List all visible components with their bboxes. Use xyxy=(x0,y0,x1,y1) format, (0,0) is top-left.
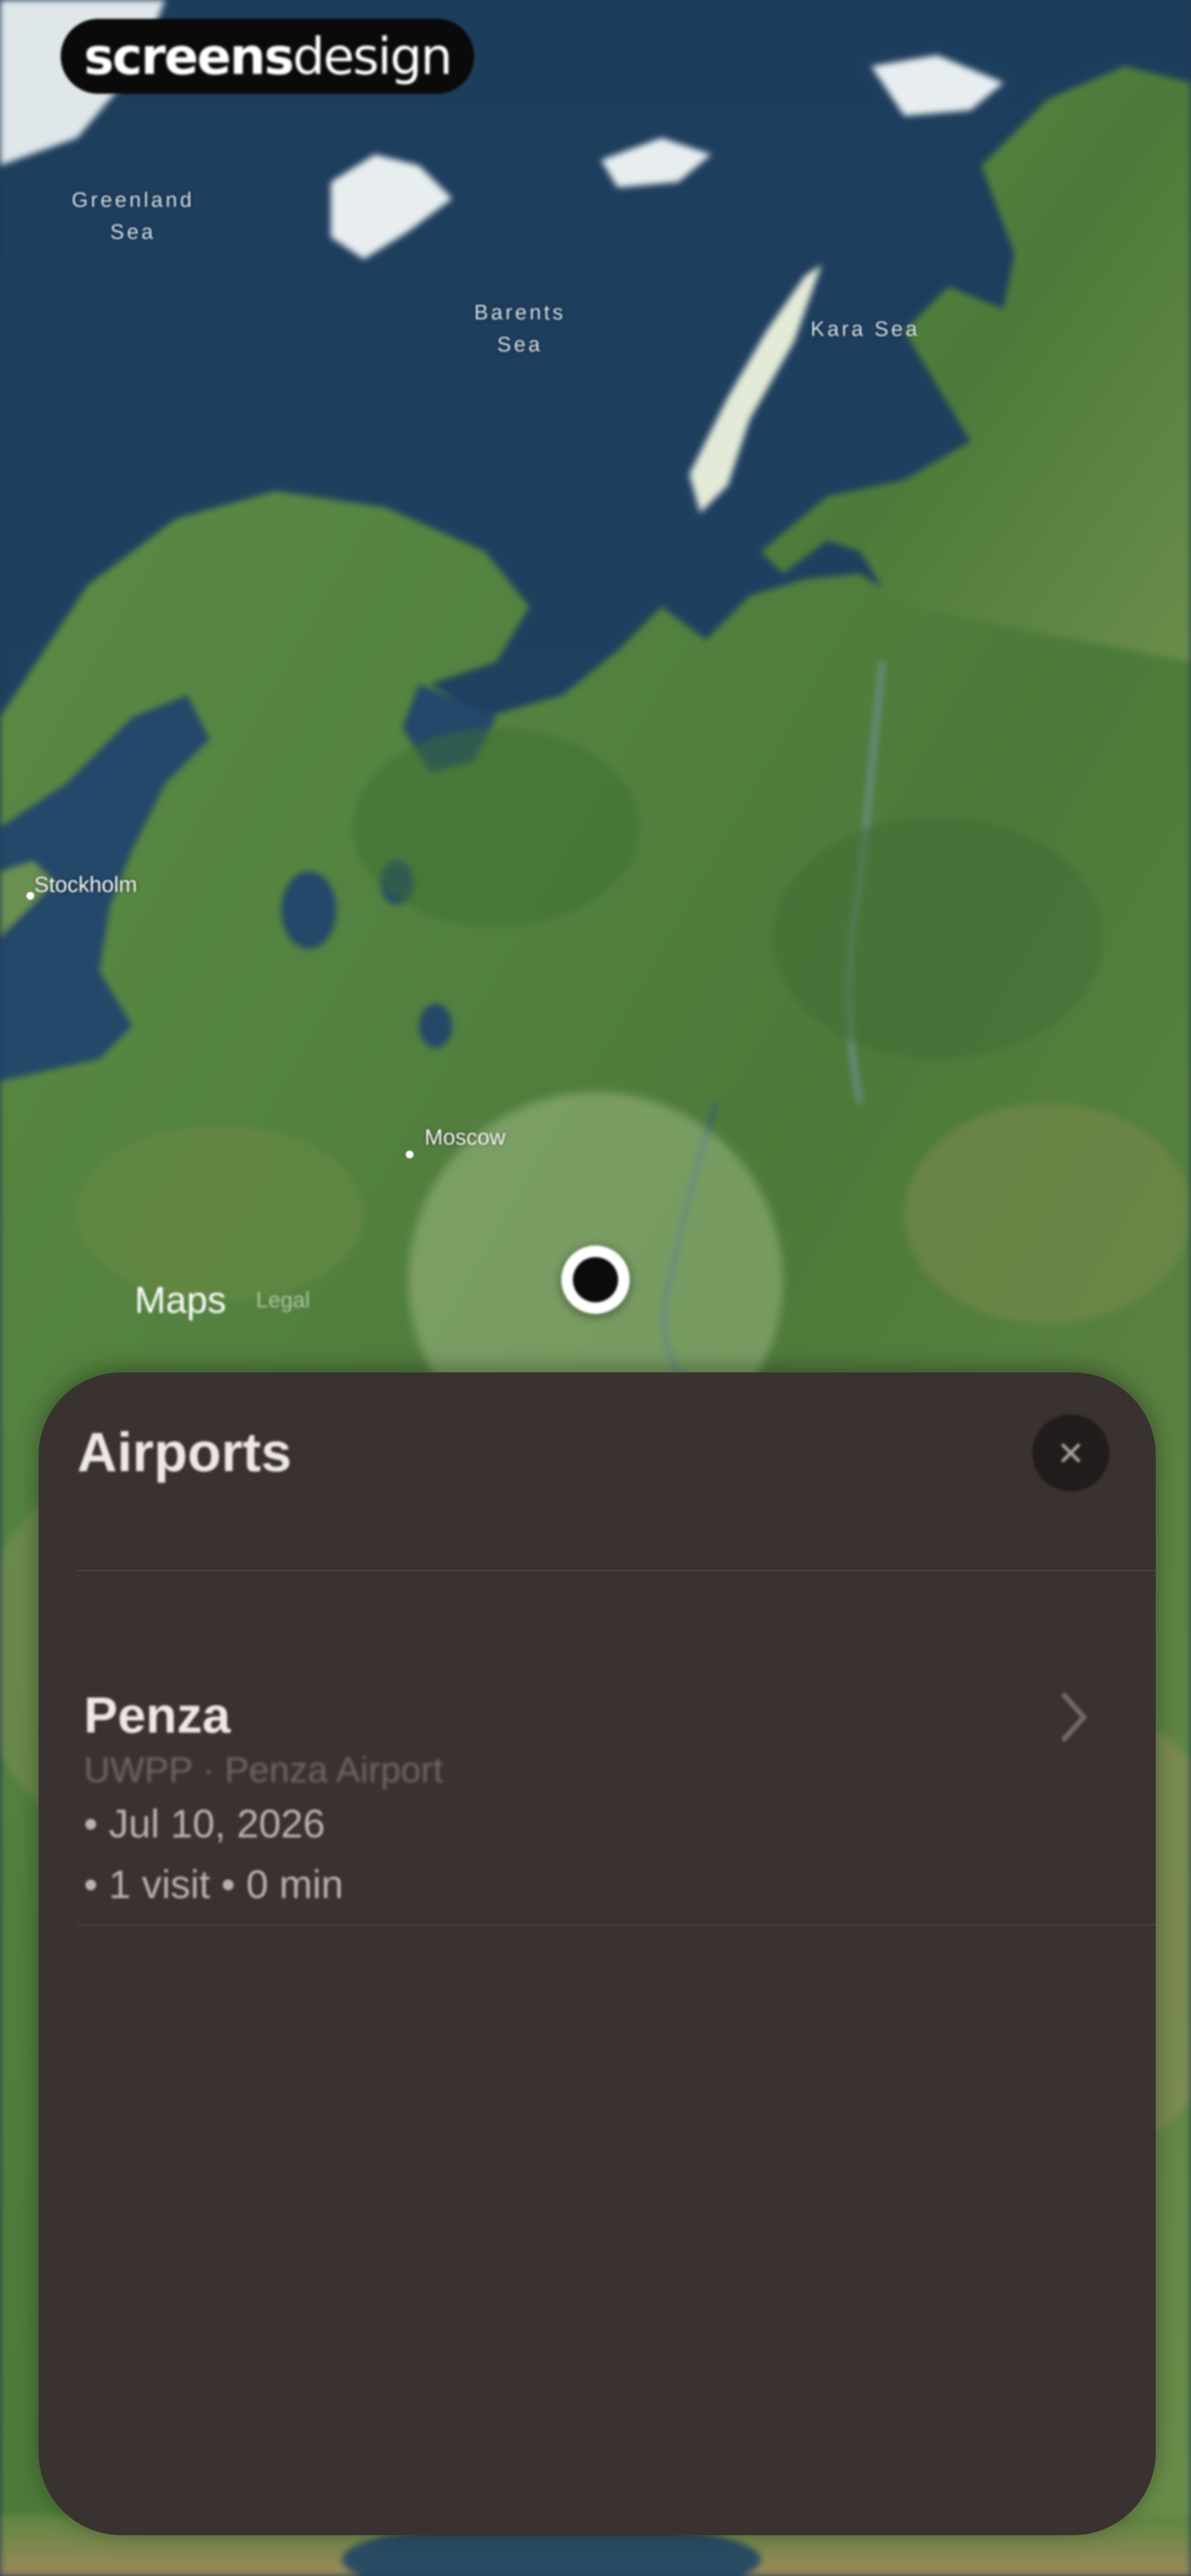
sea-label-barents: Barents Sea xyxy=(474,301,566,356)
airport-visits-line: • 1 visit • 0 min xyxy=(84,1863,344,1907)
screen: Greenland Sea Barents Sea Kara Sea Stock… xyxy=(0,0,1191,2576)
airports-sheet: Airports Penza UWPP · Penza Airport • Ju… xyxy=(39,1372,1156,2535)
city-label-stockholm: Stockholm xyxy=(34,873,137,897)
watermark-light-text: design xyxy=(292,26,453,86)
legal-link[interactable]: Legal xyxy=(256,1288,310,1313)
city-dot-moscow xyxy=(406,1151,414,1158)
maps-attribution[interactable]: Maps Legal xyxy=(127,1279,310,1322)
close-icon xyxy=(1061,1443,1081,1463)
location-pin-core xyxy=(573,1257,618,1302)
maps-brand-label: Maps xyxy=(135,1279,227,1321)
airport-code-line: UWPP · Penza Airport xyxy=(84,1749,443,1790)
row-divider xyxy=(77,1924,1156,1926)
sheet-header: Airports xyxy=(39,1372,1156,1560)
city-dot-stockholm xyxy=(26,892,34,900)
sheet-title: Airports xyxy=(77,1421,292,1483)
airport-name: Penza xyxy=(84,1687,230,1744)
chevron-right-icon xyxy=(1061,1692,1087,1742)
watermark-bold-text: screens xyxy=(84,26,294,86)
screensdesign-watermark: screens design xyxy=(61,19,474,94)
sea-label-kara: Kara Sea xyxy=(811,318,920,341)
airport-date-line: • Jul 10, 2026 xyxy=(84,1802,325,1846)
close-button[interactable] xyxy=(1032,1414,1109,1492)
airport-row-penza[interactable]: Penza UWPP · Penza Airport • Jul 10, 202… xyxy=(39,1572,1156,1980)
sea-label-greenland: Greenland Sea xyxy=(72,189,195,244)
header-divider xyxy=(77,1570,1156,1572)
location-pin[interactable] xyxy=(561,1246,630,1314)
